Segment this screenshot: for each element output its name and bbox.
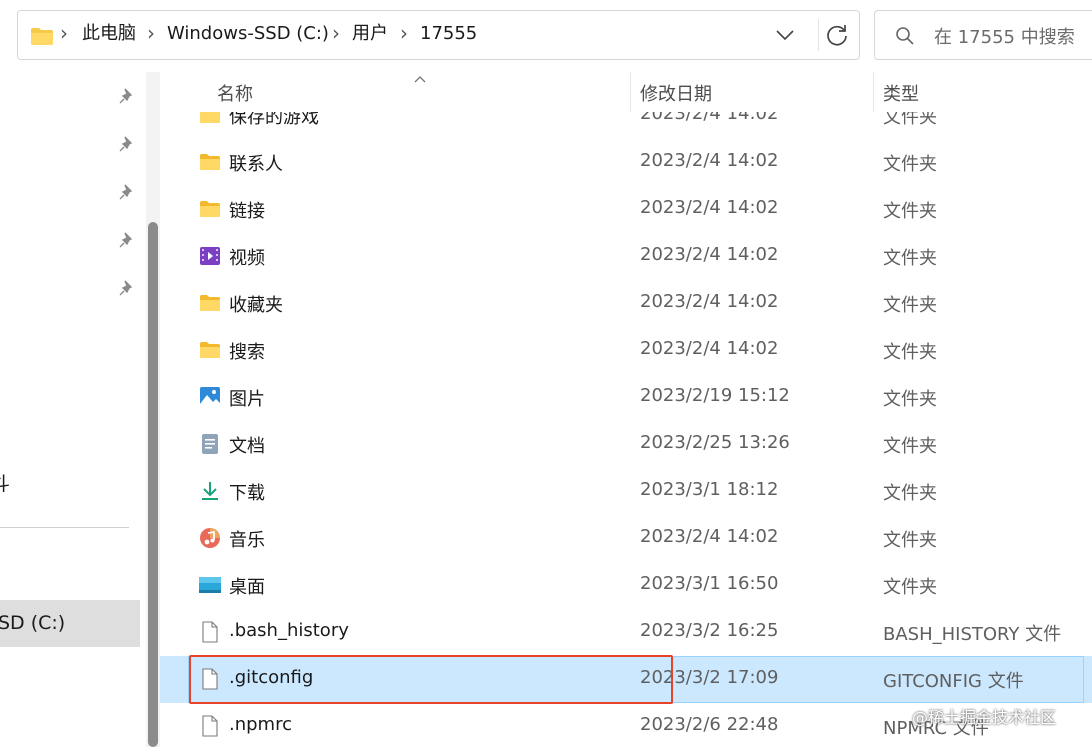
file-date-modified: 2023/2/4 14:02: [640, 338, 779, 359]
file-row[interactable]: 下载 2023/3/1 18:12 文件夹: [160, 468, 1092, 515]
column-name-header[interactable]: 名称: [217, 80, 253, 106]
breadcrumb-this-pc[interactable]: 此电脑: [82, 23, 136, 45]
file-type: 文件夹: [883, 201, 937, 222]
file-row[interactable]: 音乐 2023/2/4 14:02 文件夹: [160, 515, 1092, 562]
address-toolbar: › 此电脑 › Windows-SSD (C:) › 用户 › 17555 在 …: [0, 0, 1092, 72]
file-row[interactable]: 搜索 2023/2/4 14:02 文件夹: [160, 327, 1092, 374]
file-row[interactable]: .bash_history 2023/3/2 16:25 BASH_HISTORY …: [160, 609, 1092, 656]
file-name: 搜索: [229, 342, 265, 363]
column-header: 名称 修改日期 类型: [160, 72, 1092, 112]
column-divider[interactable]: [630, 72, 631, 112]
watermark: @稀土掘金技术社区: [912, 708, 1057, 727]
file-name: .npmrc: [229, 714, 292, 735]
breadcrumb-drive[interactable]: Windows-SSD (C:): [167, 23, 329, 45]
file-icon: [199, 621, 221, 643]
breadcrumb-user-folder[interactable]: 17555: [420, 23, 477, 45]
pin-icon[interactable]: [118, 87, 136, 105]
folder-icon: [199, 198, 221, 220]
file-row[interactable]: 桌面 2023/3/1 16:50 文件夹: [160, 562, 1092, 609]
file-date-modified: 2023/3/1 16:50: [640, 573, 779, 594]
file-type: 文件夹: [883, 389, 937, 410]
file-type: GITCONFIG 文件: [883, 671, 1024, 692]
file-row[interactable]: 联系人 2023/2/4 14:02 文件夹: [160, 139, 1092, 186]
address-bar[interactable]: › 此电脑 › Windows-SSD (C:) › 用户 › 17555: [17, 10, 860, 60]
file-row[interactable]: 文档 2023/2/25 13:26 文件夹: [160, 421, 1092, 468]
file-name: 下载: [229, 483, 265, 504]
file-type: 文件夹: [883, 530, 937, 551]
file-type: 文件夹: [883, 483, 937, 504]
chevron-right-icon: ›: [332, 21, 340, 45]
file-type: BASH_HISTORY 文件: [883, 624, 1062, 645]
file-date-modified: 2023/2/4 14:02: [640, 526, 779, 547]
file-type: 文件夹: [883, 295, 937, 316]
search-icon: [895, 26, 915, 50]
folder-icon: [199, 292, 221, 314]
file-name: .bash_history: [229, 620, 349, 641]
file-row[interactable]: 链接 2023/2/4 14:02 文件夹: [160, 186, 1092, 233]
column-divider[interactable]: [873, 72, 874, 112]
file-name: 收藏夹: [229, 295, 283, 316]
file-date-modified: 2023/2/4 14:02: [640, 197, 779, 218]
pin-icon[interactable]: [118, 135, 136, 153]
folder-icon: [199, 151, 221, 173]
chevron-right-icon: ›: [400, 21, 408, 45]
file-row[interactable]: 图片 2023/2/19 15:12 文件夹: [160, 374, 1092, 421]
breadcrumb-users[interactable]: 用户: [352, 23, 388, 45]
file-name: 桌面: [229, 577, 265, 598]
refresh-icon[interactable]: [824, 22, 850, 52]
column-date-header[interactable]: 修改日期: [640, 80, 712, 106]
file-row[interactable]: 收藏夹 2023/2/4 14:02 文件夹: [160, 280, 1092, 327]
nav-item-label: SD (C:): [0, 612, 66, 634]
sort-ascending-icon: [413, 72, 427, 89]
folder-icon: [199, 339, 221, 361]
navigation-pane: 斗 SD (C:): [0, 72, 147, 747]
documents-folder-icon: [199, 433, 221, 455]
file-type: 文件夹: [883, 154, 937, 175]
videos-folder-icon: [199, 245, 221, 267]
music-folder-icon: [199, 527, 221, 549]
chevron-down-icon[interactable]: [774, 25, 796, 49]
pin-icon[interactable]: [118, 231, 136, 249]
file-name: 链接: [229, 201, 265, 222]
file-name: 文档: [229, 436, 265, 457]
desktop-folder-icon: [199, 574, 221, 596]
nav-item-partial[interactable]: 斗: [0, 469, 10, 496]
file-type: 文件夹: [883, 248, 937, 269]
column-type-header[interactable]: 类型: [883, 80, 919, 106]
file-name: 音乐: [229, 530, 265, 551]
chevron-right-icon: ›: [60, 21, 68, 45]
file-date-modified: 2023/2/19 15:12: [640, 385, 790, 406]
search-box[interactable]: 在 17555 中搜索: [874, 10, 1092, 60]
file-date-modified: 2023/2/4 14:02: [640, 150, 779, 171]
file-name: 联系人: [229, 154, 283, 175]
divider: [818, 19, 819, 51]
search-placeholder: 在 17555 中搜索: [934, 27, 1075, 48]
downloads-folder-icon: [199, 480, 221, 502]
pin-icon[interactable]: [118, 183, 136, 201]
pictures-folder-icon: [199, 386, 221, 408]
file-icon: [199, 715, 221, 737]
file-date-modified: 2023/3/2 16:25: [640, 620, 779, 641]
pin-icon[interactable]: [118, 279, 136, 297]
file-name: 视频: [229, 248, 265, 269]
file-row[interactable]: 视频 2023/2/4 14:02 文件夹: [160, 233, 1092, 280]
file-date-modified: 2023/2/4 14:02: [640, 244, 779, 265]
file-list: 名称 修改日期 类型 保存的游戏 2023/2/4 14:02 文件夹 联系人 2023…: [160, 72, 1092, 747]
file-date-modified: 2023/3/1 18:12: [640, 479, 779, 500]
folder-icon: [30, 27, 54, 50]
nav-item-drive-c[interactable]: SD (C:): [0, 600, 140, 647]
highlight-box: [189, 655, 673, 704]
file-type: 文件夹: [883, 436, 937, 457]
file-type: 文件夹: [883, 342, 937, 363]
nav-scrollbar-thumb[interactable]: [148, 222, 158, 747]
file-date-modified: 2023/2/4 14:02: [640, 291, 779, 312]
file-name: 图片: [229, 389, 265, 410]
file-date-modified: 2023/2/6 22:48: [640, 714, 779, 735]
nav-divider: [0, 527, 129, 528]
file-type: 文件夹: [883, 577, 937, 598]
file-date-modified: 2023/2/25 13:26: [640, 432, 790, 453]
chevron-right-icon: ›: [147, 21, 155, 45]
